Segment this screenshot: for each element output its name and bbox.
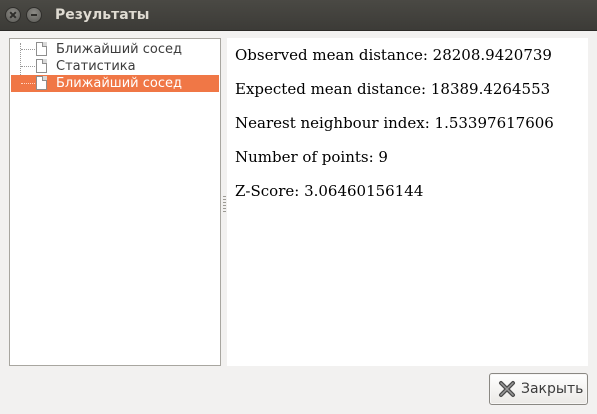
tree-branch-line	[21, 83, 35, 84]
window-minimize-icon[interactable]	[26, 7, 42, 23]
tree-branch-line	[21, 49, 35, 50]
file-icon	[36, 59, 47, 73]
file-icon	[36, 42, 47, 56]
number-of-points: Number of points: 9	[235, 148, 388, 166]
title-bar: Результаты	[0, 0, 597, 31]
tree-item-label: Ближайший сосед	[56, 42, 182, 57]
z-score: Z-Score: 3.06460156144	[235, 182, 424, 200]
tree-branch-line	[21, 66, 35, 67]
results-text-view[interactable]: Observed mean distance: 28208.9420739 Ex…	[227, 38, 588, 366]
nearest-neighbour-index: Nearest neighbour index: 1.53397617606	[235, 114, 554, 132]
tree-item-label: Ближайший сосед	[56, 76, 182, 91]
results-tree[interactable]: Ближайший сосед Статистика Ближайший сос…	[9, 38, 221, 366]
file-icon	[36, 76, 47, 90]
window-close-icon[interactable]	[5, 7, 21, 23]
tree-item-label: Статистика	[56, 59, 136, 74]
close-x-icon	[499, 381, 515, 397]
tree-item-nearest-neighbour-1[interactable]: Ближайший сосед	[11, 41, 219, 58]
close-button[interactable]: Закрыть	[489, 373, 588, 405]
observed-mean-distance: Observed mean distance: 28208.9420739	[235, 46, 552, 64]
splitter-handle[interactable]	[223, 196, 226, 214]
window-title: Результаты	[55, 7, 150, 23]
tree-item-nearest-neighbour-2[interactable]: Ближайший сосед	[11, 75, 219, 92]
close-button-label: Закрыть	[521, 381, 584, 397]
expected-mean-distance: Expected mean distance: 18389.4264553	[235, 80, 551, 98]
tree-item-statistics[interactable]: Статистика	[11, 58, 219, 75]
